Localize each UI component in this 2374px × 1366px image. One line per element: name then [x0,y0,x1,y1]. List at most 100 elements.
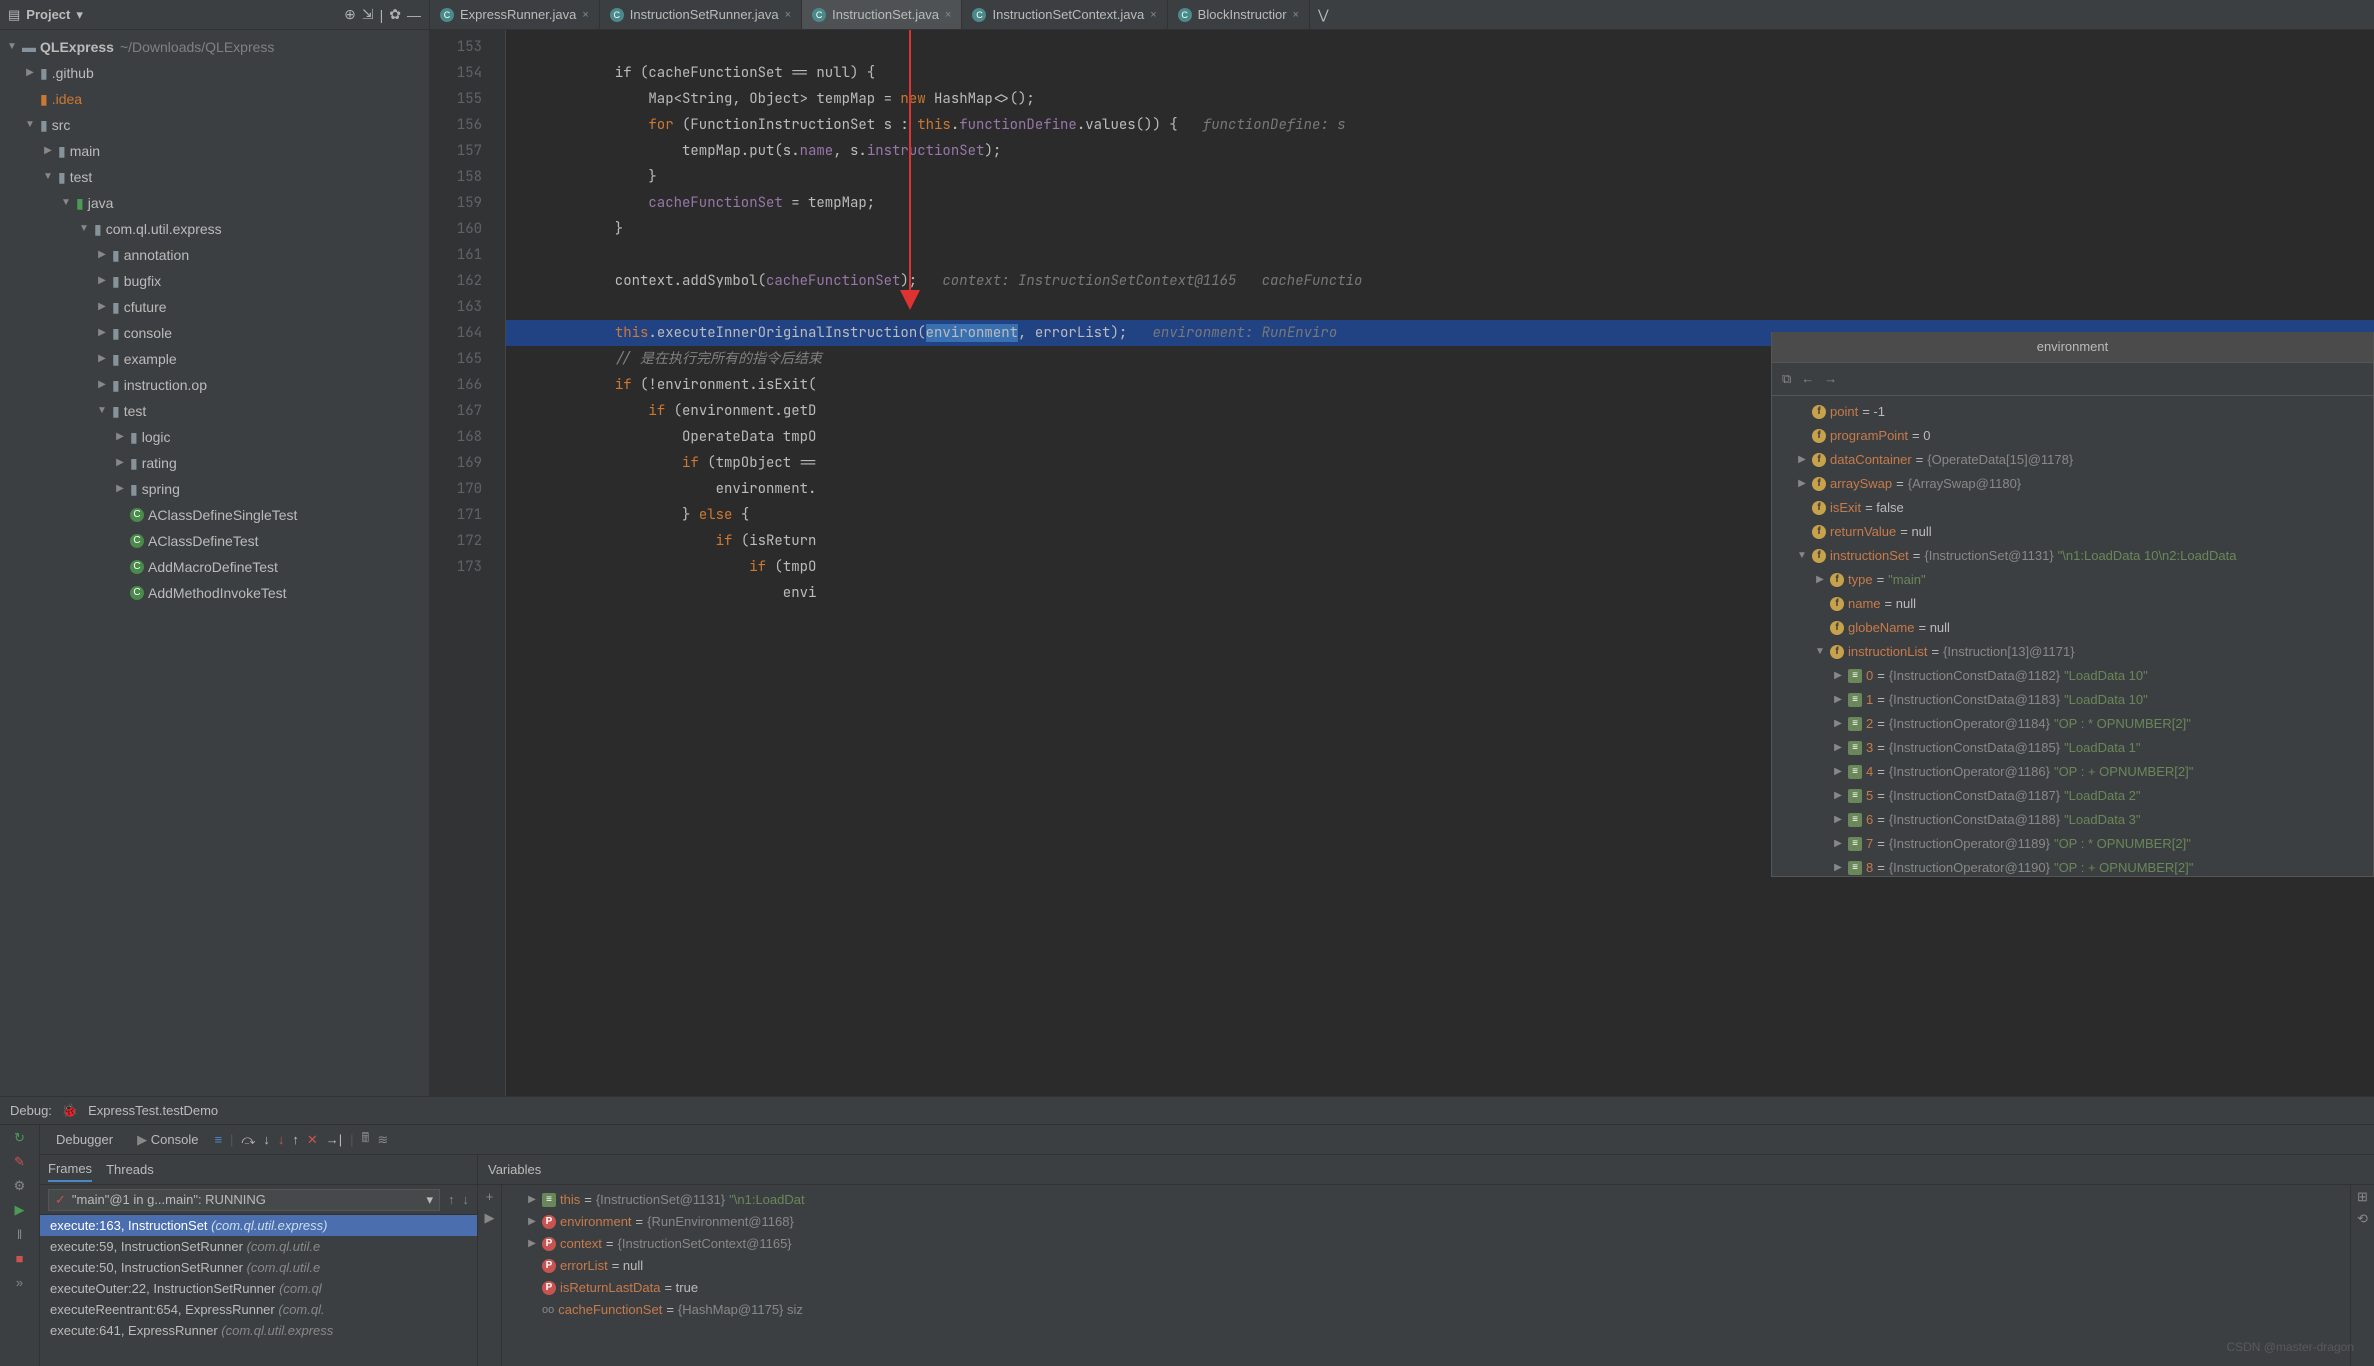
tab-debugger[interactable]: Debugger [48,1129,121,1150]
step-out-icon[interactable]: ↑ [292,1132,299,1147]
var-row[interactable]: fname = null [1778,592,2367,616]
var-row[interactable]: ▶farraySwap = {ArraySwap@1180} [1778,472,2367,496]
close-icon[interactable]: × [1293,9,1299,21]
tree-item[interactable]: CAClassDefineTest [0,528,429,554]
var-row[interactable]: ▼finstructionSet = {InstructionSet@1131}… [1778,544,2367,568]
run-to-cursor-icon[interactable]: →| [326,1132,342,1147]
tree-item[interactable]: ▶▮cfuture [0,294,429,320]
chevron-down-icon[interactable]: ▾ [76,7,83,23]
var-row[interactable]: ▶≡this = {InstructionSet@1131} "\n1:Load… [508,1189,2344,1211]
tree-item[interactable]: ▮.idea [0,86,429,112]
frame-row[interactable]: executeReentrant:654, ExpressRunner (com… [40,1299,477,1320]
var-row[interactable]: ▶≡4 = {InstructionOperator@1186} "OP : +… [1778,760,2367,784]
tree-item[interactable]: ▶▮main [0,138,429,164]
close-icon[interactable]: × [582,9,588,21]
copy-icon[interactable]: ⧉ [1782,367,1791,391]
tree-root[interactable]: ▼▬ QLExpress ~/Downloads/QLExpress [0,34,429,60]
tree-item[interactable]: ▶▮instruction.op [0,372,429,398]
close-icon[interactable]: × [1150,9,1156,21]
tree-item[interactable]: ▼▮test [0,164,429,190]
tree-item[interactable]: ▶▮logic [0,424,429,450]
tree-item[interactable]: ▶▮spring [0,476,429,502]
var-row[interactable]: ▶≡5 = {InstructionConstData@1187} "LoadD… [1778,784,2367,808]
settings-icon[interactable]: ⚙ [11,1177,29,1195]
resume-icon[interactable]: ▶ [11,1201,29,1219]
debug-value-popup[interactable]: environment ⧉ ← → fpoint = -1fprogramPoi… [1771,332,2374,877]
var-row[interactable]: ▶≡1 = {InstructionConstData@1183} "LoadD… [1778,688,2367,712]
hide-icon[interactable]: — [407,7,421,23]
editor-tab[interactable]: CInstructionSetContext.java× [962,0,1167,29]
drop-frame-icon[interactable]: ✕ [307,1132,318,1148]
var-row[interactable]: ▶≡8 = {InstructionOperator@1190} "OP : +… [1778,856,2367,876]
step-into-icon[interactable]: ↓ [263,1132,270,1147]
more-icon[interactable]: » [11,1273,29,1291]
force-step-into-icon[interactable]: ↓ [278,1132,285,1147]
tree-item[interactable]: ▶▮annotation [0,242,429,268]
thread-select[interactable]: ✓ "main"@1 in g...main": RUNNING ▾ [48,1189,440,1211]
var-row[interactable]: fpoint = -1 [1778,400,2367,424]
show-icon[interactable]: ▶ [485,1210,495,1226]
evaluate-icon[interactable]: 🖩 [362,1129,370,1151]
target-icon[interactable]: ⊕ [344,6,356,23]
frame-row[interactable]: execute:641, ExpressRunner (com.ql.util.… [40,1320,477,1341]
var-row[interactable]: ▶≡6 = {InstructionConstData@1188} "LoadD… [1778,808,2367,832]
var-row[interactable]: ▶Pcontext = {InstructionSetContext@1165} [508,1233,2344,1255]
var-row[interactable]: oocacheFunctionSet = {HashMap@1175} siz [508,1299,2344,1321]
var-row[interactable]: ▶ftype = "main" [1778,568,2367,592]
tree-item[interactable]: ▶▮rating [0,450,429,476]
var-row[interactable]: fprogramPoint = 0 [1778,424,2367,448]
tree-item[interactable]: CAClassDefineSingleTest [0,502,429,528]
var-row[interactable]: fglobeName = null [1778,616,2367,640]
tree-item[interactable]: ▼▮java [0,190,429,216]
prev-frame-icon[interactable]: ↑ [448,1192,455,1207]
tab-frames[interactable]: Frames [48,1157,92,1182]
tab-console[interactable]: ▶ Console [129,1129,206,1151]
var-row[interactable]: ▶fdataContainer = {OperateData[15]@1178} [1778,448,2367,472]
pause-icon[interactable]: ‖ [11,1225,29,1243]
var-row[interactable]: ▶≡2 = {InstructionOperator@1184} "OP : *… [1778,712,2367,736]
add-watch-icon[interactable]: + [486,1189,494,1204]
layout-icon[interactable]: ⊞ [2357,1189,2368,1205]
project-tree[interactable]: ▼▬ QLExpress ~/Downloads/QLExpress ▶▮.gi… [0,30,429,1096]
tree-item[interactable]: CAddMethodInvokeTest [0,580,429,606]
tab-threads[interactable]: Threads [106,1158,154,1181]
var-row[interactable]: PisReturnLastData = true [508,1277,2344,1299]
tree-item[interactable]: ▶▮.github [0,60,429,86]
close-icon[interactable]: × [945,9,951,21]
close-icon[interactable]: × [785,9,791,21]
tabs-more[interactable]: ⋁ [1310,0,1337,29]
tree-item[interactable]: CAddMacroDefineTest [0,554,429,580]
var-row[interactable]: ▶≡3 = {InstructionConstData@1185} "LoadD… [1778,736,2367,760]
tree-item[interactable]: ▼▮src [0,112,429,138]
tree-item[interactable]: ▼▮test [0,398,429,424]
gear-icon[interactable]: ✿ [389,6,401,23]
back-icon[interactable]: ← [1801,367,1814,391]
tree-item[interactable]: ▶▮console [0,320,429,346]
var-row[interactable]: fisExit = false [1778,496,2367,520]
editor-tab[interactable]: CExpressRunner.java× [430,0,600,29]
var-row[interactable]: ▶Penvironment = {RunEnvironment@1168} [508,1211,2344,1233]
expand-icon[interactable]: ⇲ [362,6,374,23]
tree-item[interactable]: ▶▮bugfix [0,268,429,294]
var-row[interactable]: ▶≡0 = {InstructionConstData@1182} "LoadD… [1778,664,2367,688]
stop-icon[interactable]: ■ [11,1249,29,1267]
trace-icon[interactable]: ≋ [377,1132,388,1148]
restore-icon[interactable]: ⟲ [2357,1211,2368,1227]
editor-tab[interactable]: CBlockInstructior× [1168,0,1310,29]
editor-tab[interactable]: CInstructionSet.java× [802,0,962,29]
tree-item[interactable]: ▼▮com.ql.util.express [0,216,429,242]
var-row[interactable]: ▼finstructionList = {Instruction[13]@117… [1778,640,2367,664]
var-row[interactable]: freturnValue = null [1778,520,2367,544]
frame-row[interactable]: execute:50, InstructionSetRunner (com.ql… [40,1257,477,1278]
var-row[interactable]: PerrorList = null [508,1255,2344,1277]
tree-item[interactable]: ▶▮example [0,346,429,372]
step-over-icon[interactable]: ⤼ [241,1132,255,1148]
frame-row[interactable]: execute:59, InstructionSetRunner (com.ql… [40,1236,477,1257]
var-row[interactable]: ▶≡7 = {InstructionOperator@1189} "OP : *… [1778,832,2367,856]
frame-row[interactable]: execute:163, InstructionSet (com.ql.util… [40,1215,477,1236]
modify-icon[interactable]: ✎ [11,1153,29,1171]
frame-row[interactable]: executeOuter:22, InstructionSetRunner (c… [40,1278,477,1299]
next-frame-icon[interactable]: ↓ [463,1192,470,1207]
editor-tab[interactable]: CInstructionSetRunner.java× [600,0,802,29]
rerun-icon[interactable]: ↻ [11,1129,29,1147]
